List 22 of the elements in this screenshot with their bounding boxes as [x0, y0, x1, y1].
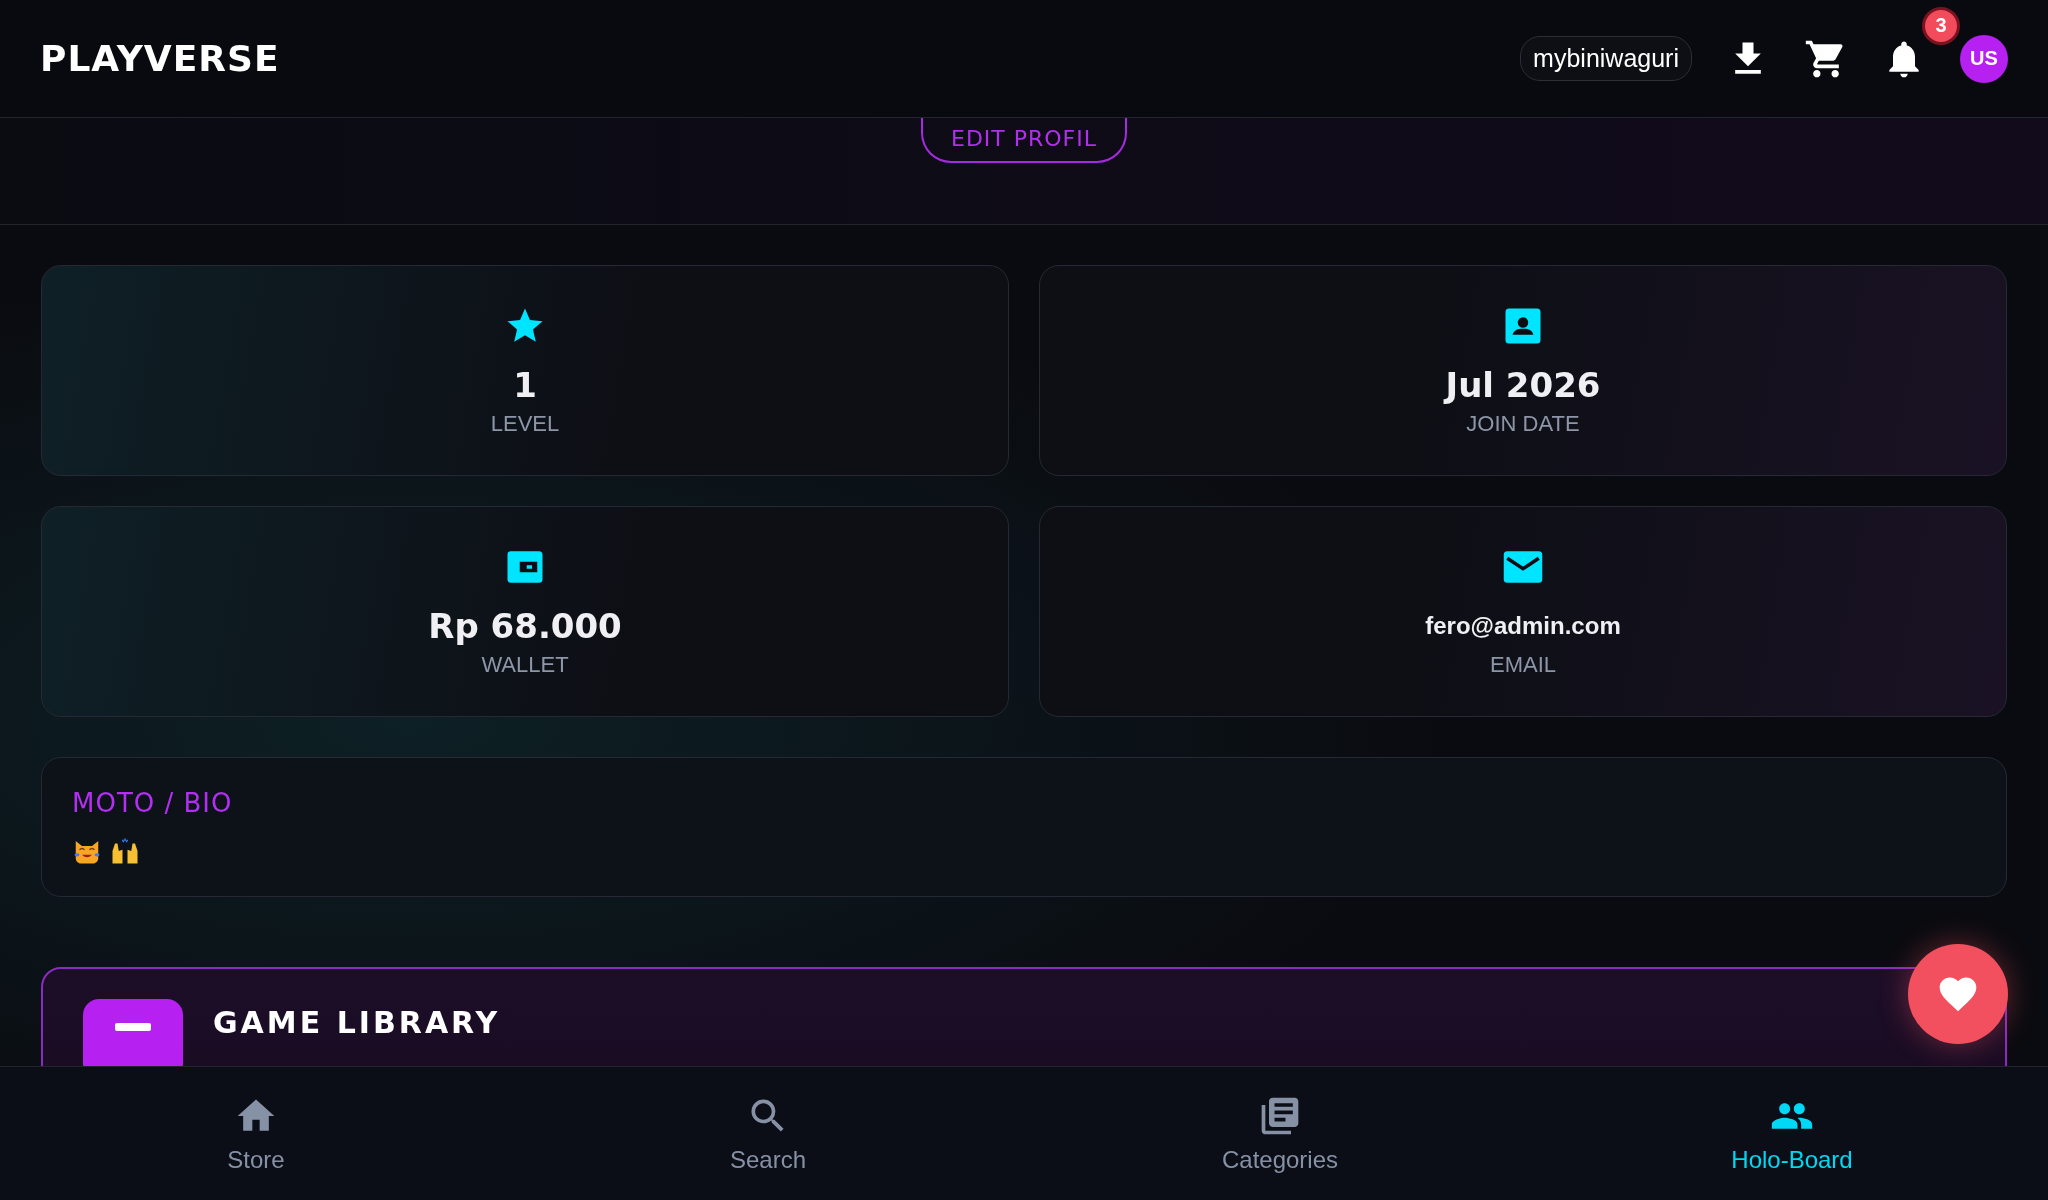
- stat-label: LEVEL: [490, 410, 560, 437]
- stat-label: EMAIL: [1490, 651, 1556, 678]
- bio-title: MOTO / BIO: [72, 788, 234, 818]
- nav-tab[interactable]: Store: [0, 1067, 512, 1200]
- nav-tab[interactable]: Search: [512, 1067, 1024, 1200]
- avatar[interactable]: US: [1960, 34, 2008, 83]
- game-library-title: GAME LIBRARY: [213, 1005, 501, 1040]
- stat-value: fero@admin.com: [1425, 610, 1621, 641]
- edit-profile-button[interactable]: EDIT PROFIL: [921, 118, 1127, 163]
- nav-tab[interactable]: Categories: [1024, 1067, 1536, 1200]
- logo[interactable]: PLAYVERSE: [40, 38, 280, 79]
- raised-hands-icon: [110, 836, 140, 866]
- stat-value: Rp 68.000: [428, 605, 622, 646]
- library-icon: [83, 999, 183, 1066]
- heart-button[interactable]: [1908, 944, 2008, 1044]
- stat-value: 1: [513, 364, 537, 405]
- username-chip[interactable]: mybiniwaguri: [1520, 36, 1692, 81]
- stat-label: WALLET: [481, 651, 569, 678]
- stat-label: JOIN DATE: [1466, 410, 1580, 437]
- stat-value: Jul 2026: [1445, 364, 1601, 405]
- nav-tab[interactable]: Holo-Board: [1536, 1067, 2048, 1200]
- notification-badge: 3: [1922, 6, 1960, 45]
